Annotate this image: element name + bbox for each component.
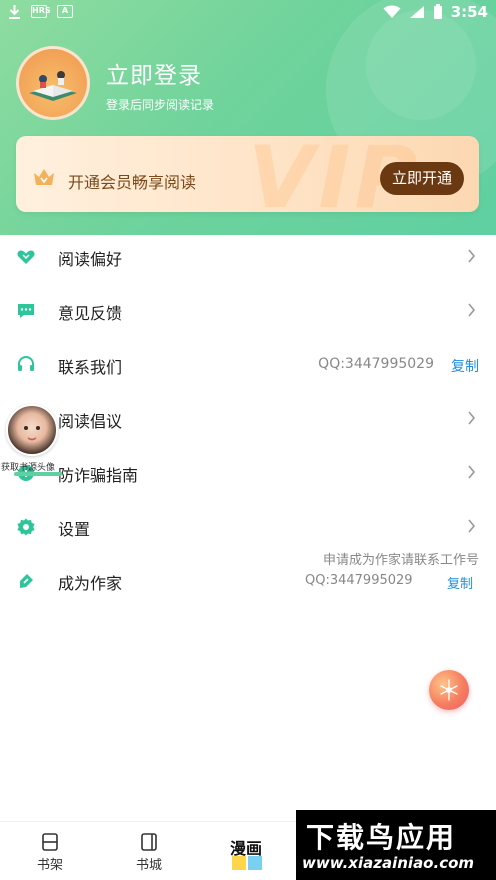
copy-link[interactable]: 复制 [447, 573, 473, 592]
chevron-right-icon [468, 465, 476, 479]
avatar[interactable] [16, 46, 90, 120]
signal-icon [409, 6, 424, 18]
login-title[interactable]: 立即登录 [106, 56, 202, 90]
menu-label: 意见反馈 [58, 304, 123, 323]
pen-icon [20, 574, 33, 588]
menu-item-feedback[interactable]: 意见反馈 [0, 284, 496, 338]
wifi-icon [383, 5, 401, 18]
chevron-right-icon [468, 303, 476, 317]
decor-circle-small [366, 10, 476, 120]
sparkle-icon [440, 679, 458, 701]
writer-note: 申请成为作家请联系工作号 [322, 553, 479, 568]
menu-label: 阅读偏好 [58, 250, 123, 269]
mine-screen: HRS A 3:54 立即登录 登录后同步阅读记录 VIP 开通会员畅享阅读 立… [0, 0, 496, 880]
menu-label: 防诈骗指南 [58, 466, 139, 485]
status-bar: HRS A 3:54 [0, 0, 496, 26]
chevron-right-icon [468, 249, 476, 263]
tab-bookstore[interactable]: 书城 [119, 828, 179, 878]
menu-item-reading-preference[interactable]: 阅读偏好 [0, 230, 496, 284]
bookshelf-icon [42, 833, 58, 851]
copy-link[interactable]: 复制 [451, 356, 479, 376]
login-subtitle: 登录后同步阅读记录 [106, 98, 215, 112]
tab-label: 书城 [135, 858, 162, 873]
menu-item-reading-initiative[interactable]: 阅读倡议 [0, 392, 496, 446]
bookstore-icon [141, 833, 157, 851]
writer-qq-number: QQ:3447995029 [305, 573, 413, 588]
floating-avatar-widget[interactable] [6, 404, 58, 456]
watermark-url: www.xiazainiao.com [302, 854, 475, 872]
a-icon: A [57, 5, 73, 18]
floating-orb-button[interactable] [429, 670, 469, 710]
battery-icon [433, 4, 442, 19]
menu-item-contact-us[interactable]: 联系我们 QQ:3447995029 复制 [0, 338, 496, 392]
status-left: HRS A [8, 4, 73, 19]
status-right: 3:54 [383, 3, 488, 21]
tab-label: 书架 [36, 858, 63, 873]
download-icon [9, 5, 20, 19]
menu-label: 阅读倡议 [58, 412, 123, 431]
site-watermark: 下载鸟应用 www.xiazainiao.com [296, 810, 496, 880]
chevron-right-icon [468, 519, 476, 533]
tab-bookshelf[interactable]: 书架 [20, 828, 80, 878]
crown-icon [34, 169, 54, 185]
qq-number: QQ:3447995029 [318, 356, 434, 372]
clock: 3:54 [450, 3, 488, 21]
gear-icon [17, 518, 35, 536]
menu-label: 联系我们 [58, 358, 123, 377]
headset-icon [18, 356, 34, 371]
vip-text: 开通会员畅享阅读 [68, 173, 197, 192]
heart-icon [17, 250, 35, 264]
menu-item-become-writer[interactable]: 成为作家 申请成为作家请联系工作号 QQ:3447995029 复制 [0, 553, 496, 608]
chevron-right-icon [468, 411, 476, 425]
vip-open-button[interactable]: 立即开通 [380, 162, 464, 195]
tab-manga[interactable]: 漫画 [226, 830, 268, 872]
girl-face-icon [24, 426, 40, 441]
menu-label: 设置 [58, 520, 91, 539]
chat-bubble-icon [18, 304, 34, 318]
hrs-icon: HRS [31, 5, 51, 18]
watermark-title: 下载鸟应用 [306, 821, 457, 854]
manga-icon [232, 856, 262, 870]
vip-card[interactable]: VIP 开通会员畅享阅读 立即开通 [16, 136, 479, 212]
menu-item-anti-fraud-guide[interactable]: 防诈骗指南 [0, 446, 496, 500]
reading-illustration-icon [29, 71, 77, 101]
menu-label: 成为作家 [58, 574, 123, 593]
menu-item-settings[interactable]: 设置 [0, 500, 496, 554]
floating-widget-bar [14, 472, 62, 476]
